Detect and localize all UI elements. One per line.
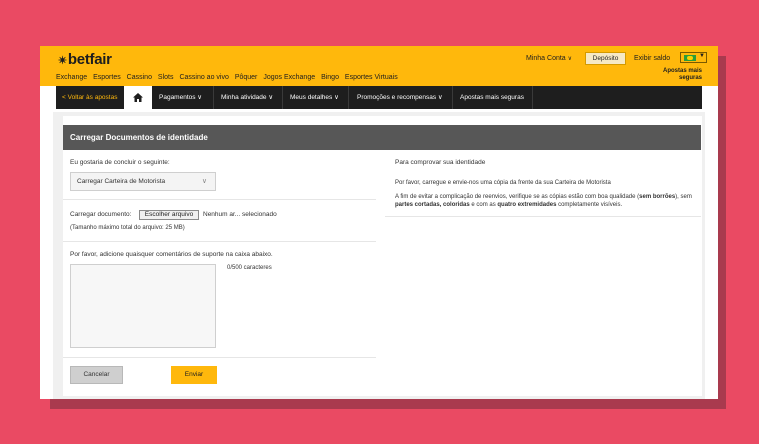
document-type-select[interactable]: Carregar Carteira de Motorista ∨ bbox=[70, 172, 216, 191]
divider bbox=[63, 199, 376, 200]
info-text: A fim de evitar a complicação de reenvio… bbox=[395, 194, 640, 200]
logo-text: betfair bbox=[67, 51, 112, 68]
nav-item-cassino[interactable]: Cassino bbox=[127, 74, 152, 81]
menu-promotions[interactable]: Promoções e recompensas ∨ bbox=[357, 86, 443, 109]
back-to-bets-link[interactable]: < Voltar às apostas bbox=[56, 86, 123, 109]
deposit-button[interactable]: Depósito bbox=[585, 52, 626, 65]
safer-betting-line-2: seguras bbox=[678, 75, 702, 81]
top-bar: ✴betfair Exchange Esportes Cassino Slots… bbox=[40, 46, 718, 86]
safer-betting-line-1: Apostas mais bbox=[662, 68, 702, 74]
chevron-down-icon: ∨ bbox=[201, 178, 207, 185]
comments-label: Por favor, adicione quaisquer comentário… bbox=[70, 251, 273, 258]
menu-activity[interactable]: Minha atividade ∨ bbox=[221, 86, 273, 109]
home-tab[interactable] bbox=[124, 86, 152, 109]
menu-payments[interactable]: Pagamentos ∨ bbox=[159, 86, 202, 109]
nav-item-cassino-ao-vivo[interactable]: Cassino ao vivo bbox=[179, 74, 228, 81]
page-title: Carregar Documentos de identidade bbox=[63, 125, 701, 150]
divider bbox=[385, 216, 701, 217]
menu-promotions-label: Promoções e recompensas bbox=[357, 94, 437, 101]
divider bbox=[63, 241, 376, 242]
info-emphasis: quatro extremidades bbox=[497, 201, 557, 208]
info-text: completamente visíveis. bbox=[556, 201, 623, 208]
info-paragraph-2: A fim de evitar a complicação de reenvio… bbox=[395, 194, 695, 209]
browser-frame: ✴betfair Exchange Esportes Cassino Slots… bbox=[40, 46, 718, 399]
choose-file-button[interactable]: Escolher arquivo bbox=[139, 210, 199, 220]
safer-betting-link[interactable]: Apostas mais seguras bbox=[663, 68, 702, 82]
nav-item-bingo[interactable]: Bingo bbox=[321, 74, 339, 81]
menu-safer-betting[interactable]: Apostas mais seguras bbox=[460, 86, 524, 109]
cancel-button[interactable]: Cancelar bbox=[70, 366, 123, 384]
info-text: ), sem bbox=[675, 194, 692, 200]
chevron-down-icon: ▼ bbox=[699, 53, 705, 59]
logo-mark-icon: ✴ bbox=[58, 55, 67, 67]
nav-item-poquer[interactable]: Pôquer bbox=[235, 74, 258, 81]
menu-divider bbox=[213, 86, 214, 109]
menu-divider bbox=[348, 86, 349, 109]
menu-activity-label: Minha atividade bbox=[221, 94, 267, 101]
home-icon bbox=[133, 93, 143, 102]
no-file-selected: Nenhum ar... selecionado bbox=[203, 211, 277, 218]
comments-textarea[interactable] bbox=[70, 264, 216, 348]
upload-label: Carregar documento: bbox=[70, 211, 132, 218]
menu-divider bbox=[452, 86, 453, 109]
submit-button[interactable]: Enviar bbox=[171, 366, 217, 384]
chevron-down-icon: ∨ bbox=[567, 56, 573, 62]
nav-item-esportes-virtuais[interactable]: Esportes Virtuais bbox=[345, 74, 398, 81]
info-emphasis: partes cortadas, coloridas bbox=[395, 201, 470, 208]
main-nav: Exchange Esportes Cassino Slots Cassino … bbox=[56, 74, 402, 81]
language-selector[interactable]: ▼ bbox=[680, 52, 707, 63]
nav-item-esportes[interactable]: Esportes bbox=[93, 74, 121, 81]
char-count: 0/500 caracteres bbox=[227, 265, 272, 271]
info-paragraph-1: Por favor, carregue e envie-nos uma cópi… bbox=[395, 180, 611, 186]
nav-item-slots[interactable]: Slots bbox=[158, 74, 174, 81]
menu-payments-label: Pagamentos bbox=[159, 94, 196, 101]
my-account-label: Minha Conta bbox=[526, 55, 566, 62]
complete-label: Eu gostaria de concluir o seguinte: bbox=[70, 159, 170, 166]
max-size-note: (Tamanho máximo total do arquivo: 25 MB) bbox=[70, 225, 185, 231]
menu-details-label: Meus detalhes bbox=[290, 94, 333, 101]
menu-divider bbox=[282, 86, 283, 109]
document-type-value: Carregar Carteira de Motorista bbox=[77, 178, 166, 185]
nav-item-jogos-exchange[interactable]: Jogos Exchange bbox=[263, 74, 315, 81]
menu-details[interactable]: Meus detalhes ∨ bbox=[290, 86, 339, 109]
brazil-flag-icon bbox=[684, 55, 696, 61]
info-emphasis: sem borrões bbox=[639, 194, 676, 200]
divider bbox=[63, 357, 376, 358]
account-subnav: < Voltar às apostas Pagamentos ∨ Minha a… bbox=[56, 86, 702, 109]
info-title: Para comprovar sua identidade bbox=[395, 159, 486, 166]
info-text: e com as bbox=[469, 201, 498, 208]
my-account-menu[interactable]: Minha Conta ∨ bbox=[526, 55, 572, 62]
betfair-logo[interactable]: ✴betfair bbox=[58, 51, 112, 68]
form-area: Eu gostaria de concluir o seguinte: Carr… bbox=[63, 150, 701, 399]
show-balance-link[interactable]: Exibir saldo bbox=[634, 55, 670, 62]
nav-item-exchange[interactable]: Exchange bbox=[56, 74, 87, 81]
menu-divider bbox=[532, 86, 533, 109]
